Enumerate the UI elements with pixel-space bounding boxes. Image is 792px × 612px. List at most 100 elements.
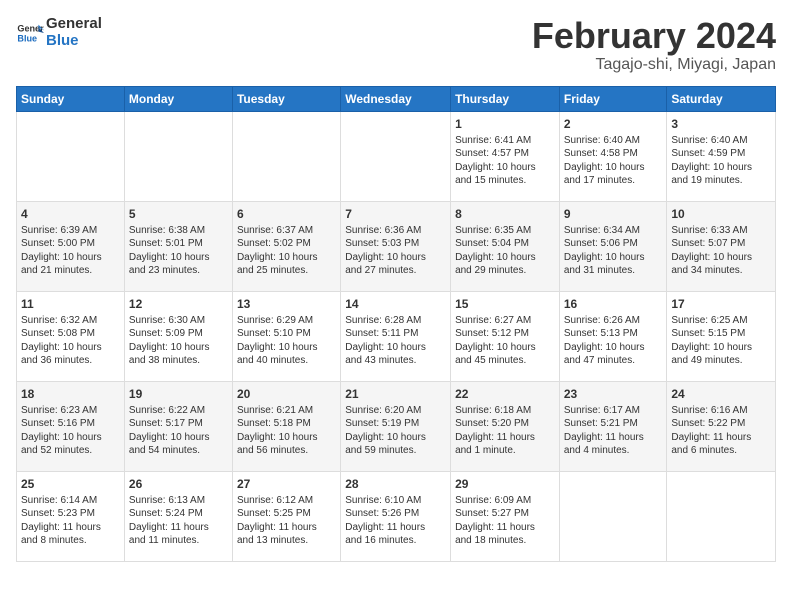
day-info: Sunrise: 6:26 AM Sunset: 5:13 PM Dayligh… (564, 314, 663, 368)
calendar-cell (232, 111, 340, 201)
day-info: Sunrise: 6:32 AM Sunset: 5:08 PM Dayligh… (21, 314, 120, 368)
calendar-cell: 15 Sunrise: 6:27 AM Sunset: 5:12 PM Dayli… (451, 291, 560, 381)
calendar-cell (559, 471, 667, 561)
day-number: 22 (455, 386, 555, 402)
week-row-3: 18 Sunrise: 6:23 AM Sunset: 5:16 PM Dayli… (17, 381, 776, 471)
day-number: 20 (237, 386, 336, 402)
day-number: 4 (21, 206, 120, 222)
day-info: Sunrise: 6:16 AM Sunset: 5:22 PM Dayligh… (671, 404, 771, 458)
day-number: 8 (455, 206, 555, 222)
day-number: 23 (564, 386, 663, 402)
calendar-cell: 28 Sunrise: 6:10 AM Sunset: 5:26 PM Dayli… (341, 471, 451, 561)
weekday-header-tuesday: Tuesday (232, 86, 340, 111)
weekday-header-wednesday: Wednesday (341, 86, 451, 111)
day-info: Sunrise: 6:09 AM Sunset: 5:27 PM Dayligh… (455, 494, 555, 548)
day-number: 26 (129, 476, 228, 492)
day-number: 14 (345, 296, 446, 312)
day-info: Sunrise: 6:33 AM Sunset: 5:07 PM Dayligh… (671, 224, 771, 278)
day-number: 18 (21, 386, 120, 402)
calendar-cell: 9Sunrise: 6:34 AM Sunset: 5:06 PM Daylig… (559, 201, 667, 291)
calendar-cell: 13 Sunrise: 6:29 AM Sunset: 5:10 PM Dayli… (232, 291, 340, 381)
week-row-4: 25Sunrise: 6:14 AM Sunset: 5:23 PM Dayli… (17, 471, 776, 561)
subtitle: Tagajo-shi, Miyagi, Japan (532, 56, 776, 74)
day-number: 29 (455, 476, 555, 492)
weekday-header-sunday: Sunday (17, 86, 125, 111)
logo: General Blue General Blue (16, 16, 102, 49)
calendar-cell: 27 Sunrise: 6:12 AM Sunset: 5:25 PM Dayli… (232, 471, 340, 561)
calendar-cell: 2 Sunrise: 6:40 AM Sunset: 4:58 PM Daylig… (559, 111, 667, 201)
logo-blue: Blue (46, 33, 102, 50)
day-number: 19 (129, 386, 228, 402)
calendar-cell: 22 Sunrise: 6:18 AM Sunset: 5:20 PM Dayli… (451, 381, 560, 471)
day-number: 28 (345, 476, 446, 492)
calendar-cell: 19 Sunrise: 6:22 AM Sunset: 5:17 PM Dayli… (124, 381, 232, 471)
day-info: Sunrise: 6:14 AM Sunset: 5:23 PM Dayligh… (21, 494, 120, 548)
day-info: Sunrise: 6:23 AM Sunset: 5:16 PM Dayligh… (21, 404, 120, 458)
calendar-cell (341, 111, 451, 201)
day-number: 15 (455, 296, 555, 312)
day-info: Sunrise: 6:18 AM Sunset: 5:20 PM Dayligh… (455, 404, 555, 458)
day-info: Sunrise: 6:37 AM Sunset: 5:02 PM Dayligh… (237, 224, 336, 278)
weekday-header-friday: Friday (559, 86, 667, 111)
day-info: Sunrise: 6:27 AM Sunset: 5:12 PM Dayligh… (455, 314, 555, 368)
calendar-cell: 4 Sunrise: 6:39 AM Sunset: 5:00 PM Daylig… (17, 201, 125, 291)
calendar-cell: 12 Sunrise: 6:30 AM Sunset: 5:09 PM Dayli… (124, 291, 232, 381)
day-number: 16 (564, 296, 663, 312)
month-title: February 2024 (532, 16, 776, 56)
day-number: 21 (345, 386, 446, 402)
calendar-cell: 5Sunrise: 6:38 AM Sunset: 5:01 PM Daylig… (124, 201, 232, 291)
calendar-cell: 11 Sunrise: 6:32 AM Sunset: 5:08 PM Dayli… (17, 291, 125, 381)
day-number: 24 (671, 386, 771, 402)
calendar-cell: 24 Sunrise: 6:16 AM Sunset: 5:22 PM Dayli… (667, 381, 776, 471)
calendar-cell: 23 Sunrise: 6:17 AM Sunset: 5:21 PM Dayli… (559, 381, 667, 471)
day-info: Sunrise: 6:39 AM Sunset: 5:00 PM Dayligh… (21, 224, 120, 278)
day-info: Sunrise: 6:40 AM Sunset: 4:58 PM Dayligh… (564, 134, 663, 188)
day-info: Sunrise: 6:25 AM Sunset: 5:15 PM Dayligh… (671, 314, 771, 368)
day-info: Sunrise: 6:10 AM Sunset: 5:26 PM Dayligh… (345, 494, 446, 548)
calendar-cell: 3Sunrise: 6:40 AM Sunset: 4:59 PM Daylig… (667, 111, 776, 201)
day-info: Sunrise: 6:28 AM Sunset: 5:11 PM Dayligh… (345, 314, 446, 368)
day-info: Sunrise: 6:29 AM Sunset: 5:10 PM Dayligh… (237, 314, 336, 368)
day-info: Sunrise: 6:41 AM Sunset: 4:57 PM Dayligh… (455, 134, 555, 188)
weekday-header-row: SundayMondayTuesdayWednesdayThursdayFrid… (17, 86, 776, 111)
weekday-header-monday: Monday (124, 86, 232, 111)
day-number: 3 (671, 116, 771, 132)
calendar-cell (667, 471, 776, 561)
day-info: Sunrise: 6:13 AM Sunset: 5:24 PM Dayligh… (129, 494, 228, 548)
calendar-cell: 14 Sunrise: 6:28 AM Sunset: 5:11 PM Dayli… (341, 291, 451, 381)
calendar-cell: 17 Sunrise: 6:25 AM Sunset: 5:15 PM Dayli… (667, 291, 776, 381)
day-info: Sunrise: 6:36 AM Sunset: 5:03 PM Dayligh… (345, 224, 446, 278)
day-number: 2 (564, 116, 663, 132)
calendar-table: SundayMondayTuesdayWednesdayThursdayFrid… (16, 86, 776, 562)
week-row-0: 1Sunrise: 6:41 AM Sunset: 4:57 PM Daylig… (17, 111, 776, 201)
svg-text:General: General (17, 23, 44, 33)
day-number: 17 (671, 296, 771, 312)
calendar-cell: 25Sunrise: 6:14 AM Sunset: 5:23 PM Dayli… (17, 471, 125, 561)
week-row-2: 11 Sunrise: 6:32 AM Sunset: 5:08 PM Dayli… (17, 291, 776, 381)
day-info: Sunrise: 6:12 AM Sunset: 5:25 PM Dayligh… (237, 494, 336, 548)
calendar-cell: 18 Sunrise: 6:23 AM Sunset: 5:16 PM Dayli… (17, 381, 125, 471)
logo-icon: General Blue (16, 19, 44, 47)
header: General Blue General Blue February 2024 … (16, 16, 776, 74)
day-info: Sunrise: 6:30 AM Sunset: 5:09 PM Dayligh… (129, 314, 228, 368)
calendar-cell: 1Sunrise: 6:41 AM Sunset: 4:57 PM Daylig… (451, 111, 560, 201)
calendar-cell: 6 Sunrise: 6:37 AM Sunset: 5:02 PM Daylig… (232, 201, 340, 291)
calendar-cell: 10Sunrise: 6:33 AM Sunset: 5:07 PM Dayli… (667, 201, 776, 291)
day-number: 12 (129, 296, 228, 312)
svg-text:Blue: Blue (17, 33, 37, 43)
day-number: 27 (237, 476, 336, 492)
day-info: Sunrise: 6:17 AM Sunset: 5:21 PM Dayligh… (564, 404, 663, 458)
day-info: Sunrise: 6:20 AM Sunset: 5:19 PM Dayligh… (345, 404, 446, 458)
day-info: Sunrise: 6:22 AM Sunset: 5:17 PM Dayligh… (129, 404, 228, 458)
calendar-cell: 20 Sunrise: 6:21 AM Sunset: 5:18 PM Dayli… (232, 381, 340, 471)
weekday-header-saturday: Saturday (667, 86, 776, 111)
day-number: 9 (564, 206, 663, 222)
day-number: 11 (21, 296, 120, 312)
day-info: Sunrise: 6:38 AM Sunset: 5:01 PM Dayligh… (129, 224, 228, 278)
day-number: 13 (237, 296, 336, 312)
calendar-cell: 26 Sunrise: 6:13 AM Sunset: 5:24 PM Dayli… (124, 471, 232, 561)
day-info: Sunrise: 6:21 AM Sunset: 5:18 PM Dayligh… (237, 404, 336, 458)
day-number: 6 (237, 206, 336, 222)
logo-general: General (46, 16, 102, 33)
week-row-1: 4 Sunrise: 6:39 AM Sunset: 5:00 PM Daylig… (17, 201, 776, 291)
